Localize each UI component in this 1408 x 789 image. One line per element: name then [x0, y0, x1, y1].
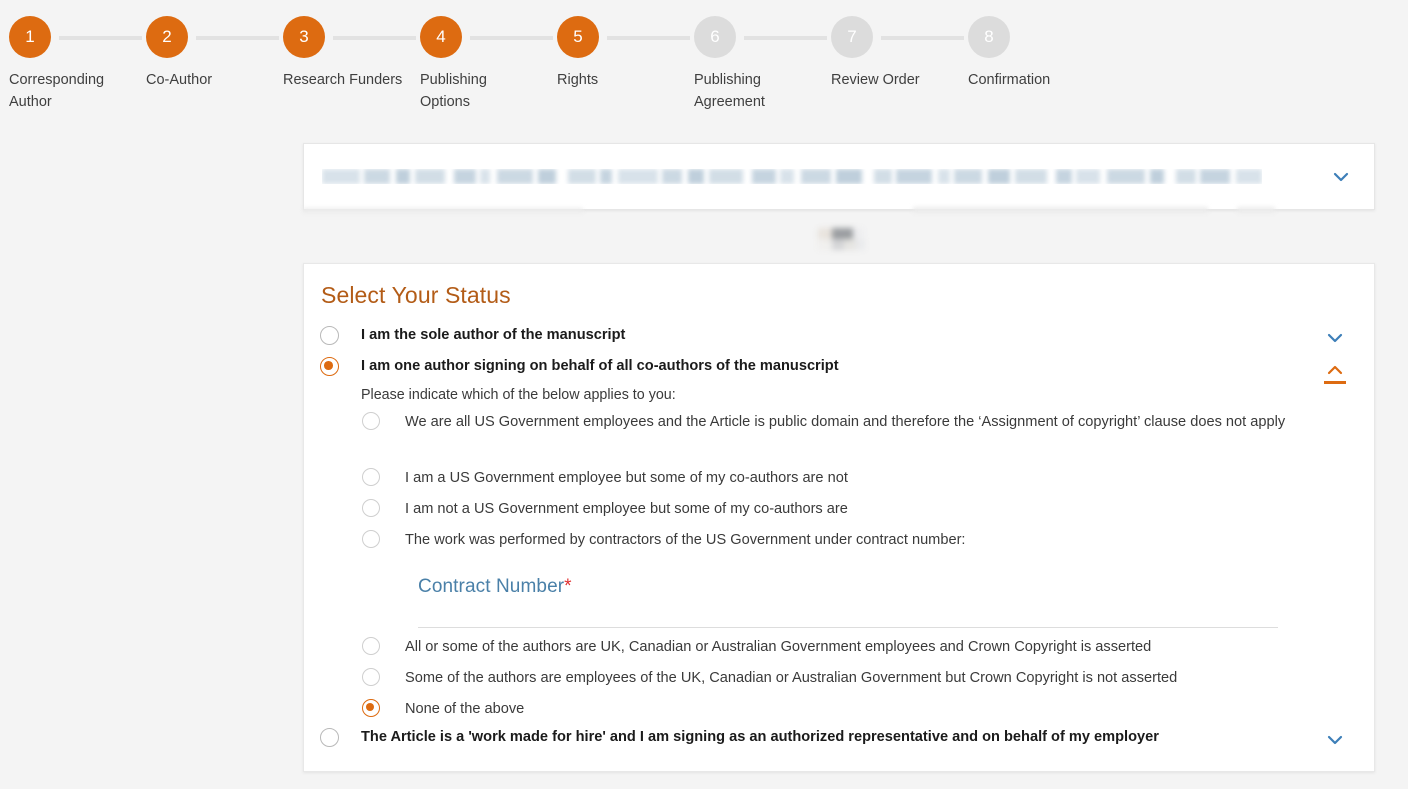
option-work-made-for-hire-label: The Article is a 'work made for hire' an… — [361, 729, 1159, 745]
stepper-step-7[interactable]: 7 Review Order — [831, 0, 968, 91]
radio-crown-not-asserted[interactable] — [362, 668, 380, 686]
step-label-5: Rights — [557, 72, 599, 88]
radio-work-made-for-hire[interactable] — [320, 728, 339, 747]
chevron-up-icon-signing-on-behalf[interactable] — [1323, 358, 1347, 382]
suboption-crown-not-asserted-label: Some of the authors are employees of the… — [405, 670, 1178, 686]
radio-us-gov-some-not[interactable] — [362, 468, 380, 486]
step-label-2: Co-Author — [146, 72, 213, 88]
step-circle-8[interactable]: 8 — [968, 16, 1010, 58]
option-sole-author[interactable]: I am the sole author of the manuscript — [320, 325, 625, 345]
radio-sole-author[interactable] — [320, 326, 339, 345]
suboption-crown-asserted[interactable]: All or some of the authors are UK, Canad… — [362, 636, 1151, 658]
chevron-down-icon-sole-author[interactable] — [1323, 326, 1347, 350]
radio-signing-on-behalf[interactable] — [320, 357, 339, 376]
progress-stepper: 1 Corresponding Author 2 Co-Author 3 Res… — [0, 0, 1408, 130]
stepper-step-4[interactable]: 4 Publishing Options — [420, 0, 557, 113]
step-connector-6 — [744, 36, 827, 40]
radio-none-of-the-above[interactable] — [362, 699, 380, 717]
step-connector-5 — [607, 36, 690, 40]
contract-number-field-group: Contract Number* — [418, 576, 1278, 628]
step-connector-2 — [196, 36, 279, 40]
step-circle-2[interactable]: 2 — [146, 16, 188, 58]
step-circle-6[interactable]: 6 — [694, 16, 736, 58]
stepper-step-3[interactable]: 3 Research Funders — [283, 0, 420, 91]
chevron-down-icon-work-made-for-hire[interactable] — [1323, 728, 1347, 752]
stepper-step-1[interactable]: 1 Corresponding Author — [9, 0, 146, 113]
suboption-contractors-us-gov-label: The work was performed by contractors of… — [405, 532, 966, 548]
contract-number-label-text: Contract Number — [418, 576, 565, 597]
active-section-indicator — [1324, 381, 1346, 384]
step-circle-7[interactable]: 7 — [831, 16, 873, 58]
step-circle-5[interactable]: 5 — [557, 16, 599, 58]
stepper-step-2[interactable]: 2 Co-Author — [146, 0, 283, 91]
step-connector-1 — [59, 36, 142, 40]
radio-contractors-us-gov[interactable] — [362, 530, 380, 548]
suboption-contractors-us-gov[interactable]: The work was performed by contractors of… — [362, 529, 965, 551]
option-sole-author-label: I am the sole author of the manuscript — [361, 327, 626, 343]
step-connector-7 — [881, 36, 964, 40]
step-label-6: Publishing Agreement — [694, 72, 765, 110]
step-label-7: Review Order — [831, 72, 920, 88]
redacted-underline-left — [303, 208, 583, 213]
step-label-8: Confirmation — [968, 72, 1051, 88]
suboption-all-us-gov-label: We are all US Government employees and t… — [405, 414, 1286, 430]
step-label-3: Research Funders — [283, 72, 403, 88]
suboption-us-gov-some-not[interactable]: I am a US Government employee but some o… — [362, 467, 848, 489]
step-label-4: Publishing Options — [420, 72, 487, 110]
required-asterisk: * — [564, 576, 572, 597]
redacted-text-content — [322, 169, 1262, 184]
step-connector-4 — [470, 36, 553, 40]
sub-options-hint: Please indicate which of the below appli… — [361, 387, 676, 403]
redacted-summary-panel[interactable] — [303, 143, 1375, 210]
suboption-none-of-the-above-label: None of the above — [405, 701, 525, 717]
redacted-chip — [818, 228, 865, 250]
contract-number-label: Contract Number* — [418, 576, 1278, 598]
step-connector-3 — [333, 36, 416, 40]
suboption-crown-asserted-label: All or some of the authors are UK, Canad… — [405, 639, 1152, 655]
stepper-step-6[interactable]: 6 Publishing Agreement — [694, 0, 831, 113]
suboption-all-us-gov[interactable]: We are all US Government employees and t… — [362, 411, 1292, 433]
redacted-underline-right — [913, 207, 1208, 213]
suboption-crown-not-asserted[interactable]: Some of the authors are employees of the… — [362, 667, 1177, 689]
stepper-step-8[interactable]: 8 Confirmation — [968, 0, 1105, 91]
step-label-1: Corresponding Author — [9, 72, 105, 110]
radio-not-us-gov-some-are[interactable] — [362, 499, 380, 517]
step-circle-3[interactable]: 3 — [283, 16, 325, 58]
suboption-not-us-gov-some-are-label: I am not a US Government employee but so… — [405, 501, 848, 517]
redacted-underline-far-right — [1237, 207, 1275, 213]
option-work-made-for-hire[interactable]: The Article is a 'work made for hire' an… — [320, 727, 1159, 747]
suboption-us-gov-some-not-label: I am a US Government employee but some o… — [405, 470, 848, 486]
page-title: Select Your Status — [321, 282, 511, 308]
contract-number-input[interactable] — [418, 602, 1278, 628]
step-circle-4[interactable]: 4 — [420, 16, 462, 58]
suboption-not-us-gov-some-are[interactable]: I am not a US Government employee but so… — [362, 498, 848, 520]
stepper-step-5[interactable]: 5 Rights — [557, 0, 694, 91]
chevron-down-icon[interactable] — [1330, 166, 1352, 188]
step-circle-1[interactable]: 1 — [9, 16, 51, 58]
option-signing-on-behalf-label: I am one author signing on behalf of all… — [361, 358, 839, 374]
radio-crown-asserted[interactable] — [362, 637, 380, 655]
option-signing-on-behalf[interactable]: I am one author signing on behalf of all… — [320, 356, 839, 376]
radio-all-us-gov[interactable] — [362, 412, 380, 430]
suboption-none-of-the-above[interactable]: None of the above — [362, 698, 524, 720]
